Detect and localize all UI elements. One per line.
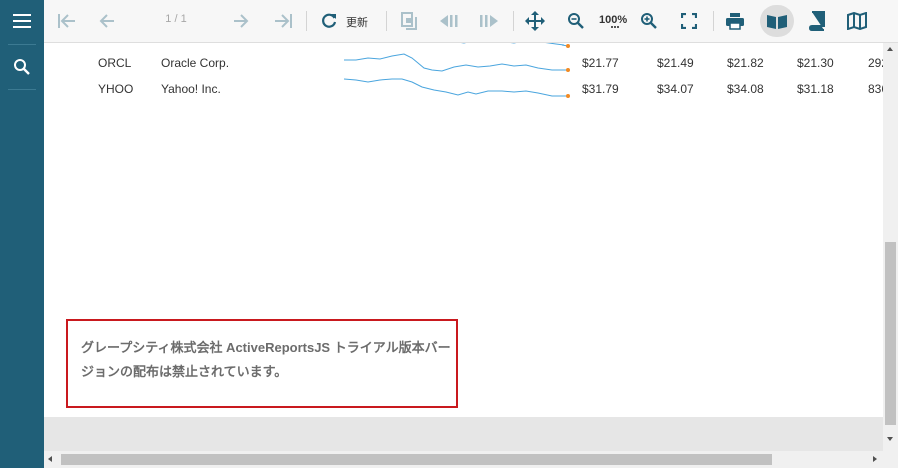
first-page-icon xyxy=(58,14,75,28)
symbol-cell: YHOO xyxy=(98,82,134,96)
zoom-out-icon xyxy=(568,13,584,29)
history-back-button[interactable] xyxy=(436,5,462,37)
sidebar-divider xyxy=(8,89,36,90)
refresh-button[interactable] xyxy=(316,5,342,37)
first-page-button[interactable] xyxy=(54,5,80,37)
hamburger-icon xyxy=(13,14,31,28)
toolbar-divider xyxy=(306,11,307,31)
vertical-scroll-thumb[interactable] xyxy=(885,242,896,425)
refresh-label[interactable]: 更新 xyxy=(346,14,368,30)
galley-mode-button[interactable] xyxy=(396,5,422,37)
fullscreen-button[interactable] xyxy=(676,5,702,37)
print-button[interactable] xyxy=(722,5,748,37)
horizontal-scroll-thumb[interactable] xyxy=(61,454,772,465)
sidebar-divider xyxy=(8,44,36,45)
toolbar-divider xyxy=(713,11,714,31)
horizontal-scrollbar[interactable] xyxy=(44,451,883,468)
history-back-icon xyxy=(440,15,458,27)
history-forward-icon xyxy=(480,15,498,27)
search-button[interactable] xyxy=(0,46,44,88)
zoom-dropdown-indicator[interactable] xyxy=(611,26,619,30)
zoom-out-button[interactable] xyxy=(563,5,589,37)
sparkline xyxy=(344,53,570,72)
continuous-mode-button[interactable] xyxy=(804,5,830,37)
scroll-down-arrow-icon[interactable] xyxy=(887,437,893,441)
company-cell: Yahoo! Inc. xyxy=(161,82,221,96)
arrow-left-icon xyxy=(99,14,114,28)
report-page: ORCL Oracle Corp. $21.77 $21.49 $21.82 $… xyxy=(44,43,883,417)
search-icon xyxy=(14,59,30,75)
refresh-icon xyxy=(322,13,337,28)
scroll-right-arrow-icon[interactable] xyxy=(873,456,877,462)
zoom-level[interactable]: 100% xyxy=(599,14,627,26)
next-page-button[interactable] xyxy=(228,5,254,37)
scrollbar-corner xyxy=(883,451,898,468)
vertical-scrollbar[interactable] xyxy=(883,43,898,451)
price-cell: $34.08 xyxy=(727,82,764,96)
zoom-in-icon xyxy=(641,13,657,29)
report-viewer[interactable]: ORCL Oracle Corp. $21.77 $21.49 $21.82 $… xyxy=(44,43,883,451)
zoom-in-button[interactable] xyxy=(636,5,662,37)
map-icon xyxy=(847,12,867,30)
move-icon xyxy=(525,11,545,31)
trial-notice-box: グレープシティ株式会社 ActiveReportsJS トライアル版本バージョン… xyxy=(66,319,458,408)
history-forward-button[interactable] xyxy=(476,5,502,37)
trial-notice-text: グレープシティ株式会社 ActiveReportsJS トライアル版本バージョン… xyxy=(81,340,451,379)
arrow-right-icon xyxy=(234,14,249,28)
fullscreen-icon xyxy=(681,13,697,29)
price-cell: $34.07 xyxy=(657,82,694,96)
price-cell: $31.79 xyxy=(582,82,619,96)
single-page-mode-button[interactable] xyxy=(760,5,794,37)
toolbar-divider xyxy=(386,11,387,31)
volume-cell: 292 xyxy=(868,56,883,70)
last-page-button[interactable] xyxy=(270,5,296,37)
price-cell: $21.49 xyxy=(657,56,694,70)
pan-mode-button[interactable] xyxy=(522,5,548,37)
toolbar: 1 / 1 更新 100% xyxy=(44,0,898,43)
scroll-left-arrow-icon[interactable] xyxy=(48,456,52,462)
price-cell: $21.77 xyxy=(582,56,619,70)
book-icon xyxy=(808,11,825,31)
last-page-icon xyxy=(275,14,292,28)
symbol-cell: ORCL xyxy=(98,56,132,70)
menu-button[interactable] xyxy=(0,0,44,42)
price-cell: $21.30 xyxy=(797,56,834,70)
scroll-up-arrow-icon[interactable] xyxy=(887,47,893,51)
page-indicator[interactable]: 1 / 1 xyxy=(162,13,190,25)
table-row: YHOO Yahoo! Inc. $31.79 $34.07 $34.08 $3… xyxy=(44,76,883,102)
company-cell: Oracle Corp. xyxy=(161,56,230,70)
printer-icon xyxy=(726,13,744,30)
previous-page-button[interactable] xyxy=(94,5,120,37)
price-cell: $21.82 xyxy=(727,56,764,70)
table-row: ORCL Oracle Corp. $21.77 $21.49 $21.82 $… xyxy=(44,50,883,76)
sidebar xyxy=(0,0,44,468)
galley-view-button[interactable] xyxy=(844,5,870,37)
price-cell: $31.18 xyxy=(797,82,834,96)
open-book-icon xyxy=(767,15,787,29)
volume-cell: 836 xyxy=(868,82,883,96)
galley-mode-icon xyxy=(401,12,417,30)
toolbar-divider xyxy=(513,11,514,31)
sparkline xyxy=(343,78,570,98)
